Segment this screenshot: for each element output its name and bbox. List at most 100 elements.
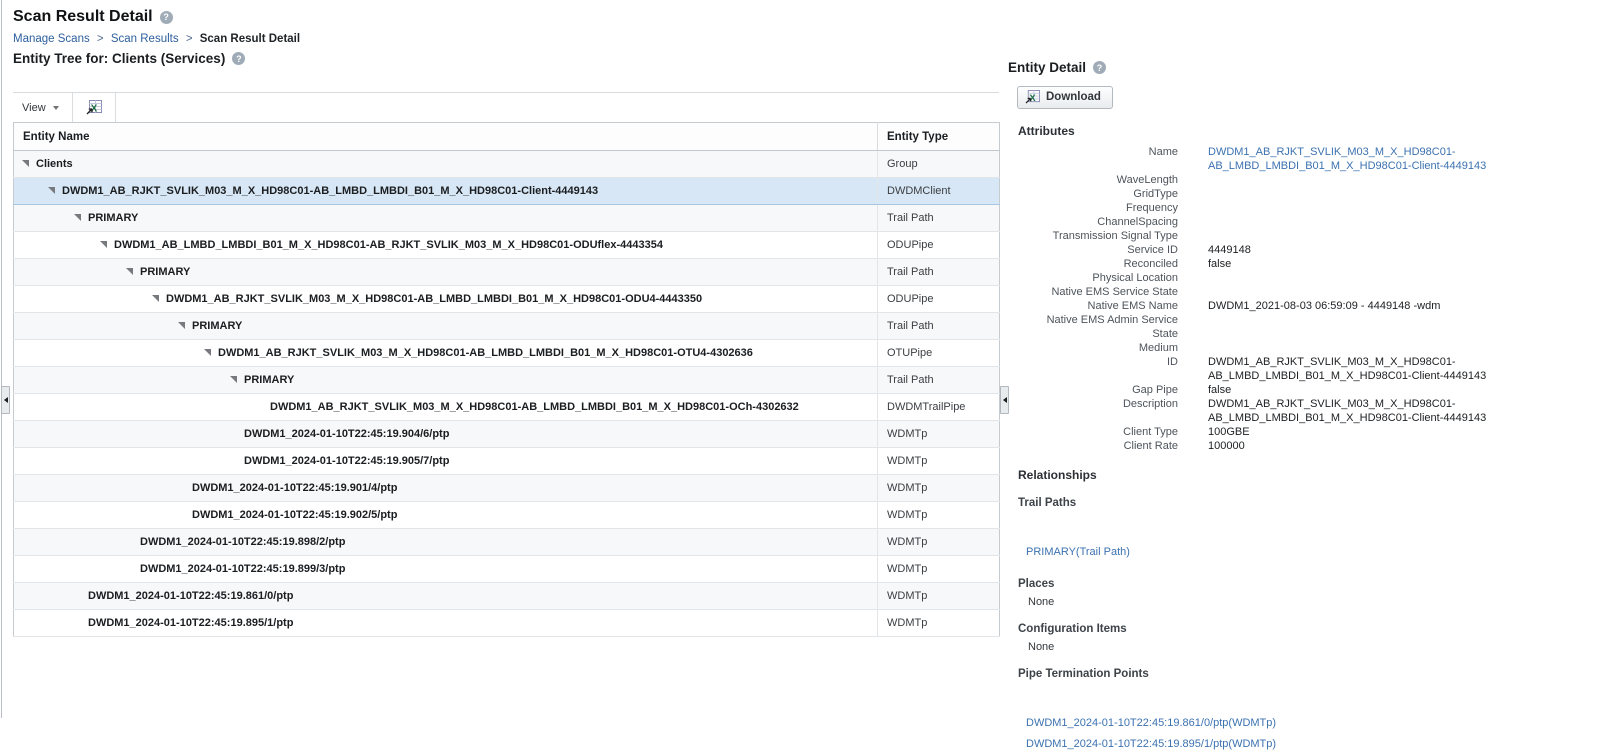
entity-type-cell: OTUPipe	[877, 339, 1000, 367]
entity-name-cell[interactable]: DWDM1_2024-01-10T22:45:19.905/7/ptp	[13, 447, 878, 475]
attribute-label: WaveLength	[1116, 174, 1178, 186]
attribute-label: Name	[1148, 146, 1178, 158]
table-row[interactable]: DWDM1_AB_RJKT_SVLIK_M03_M_X_HD98C01-AB_L…	[13, 177, 1000, 205]
left-panel-collapse-handle[interactable]	[1, 386, 10, 414]
relationship-section-heading: Pipe Termination Points	[1018, 668, 1149, 680]
table-row[interactable]: PRIMARY Trail Path	[13, 204, 1000, 232]
entity-name[interactable]: DWDM1_AB_RJKT_SVLIK_M03_M_X_HD98C01-AB_L…	[166, 293, 702, 305]
entity-name-cell[interactable]: DWDM1_2024-01-10T22:45:19.899/3/ptp	[13, 555, 878, 583]
entity-name[interactable]: DWDM1_AB_RJKT_SVLIK_M03_M_X_HD98C01-AB_L…	[218, 347, 753, 359]
table-row[interactable]: DWDM1_2024-01-10T22:45:19.895/1/ptp WDMTp	[13, 609, 1000, 637]
help-icon[interactable]: ?	[1093, 61, 1107, 74]
entity-name-cell[interactable]: DWDM1_AB_RJKT_SVLIK_M03_M_X_HD98C01-AB_L…	[13, 285, 878, 313]
expand-toggle-icon[interactable]	[152, 295, 159, 302]
entity-name[interactable]: PRIMARY	[244, 374, 294, 386]
help-icon[interactable]: ?	[159, 10, 173, 24]
attribute-value: DWDM1_AB_RJKT_SVLIK_M03_M_X_HD98C01-AB_L…	[1208, 356, 1487, 382]
entity-name[interactable]: Clients	[36, 158, 73, 170]
attribute-label: Client Rate	[1123, 440, 1178, 452]
entity-name-cell[interactable]: DWDM1_2024-01-10T22:45:19.895/1/ptp	[13, 609, 878, 637]
entity-name-cell[interactable]: PRIMARY	[13, 258, 878, 286]
table-row[interactable]: DWDM1_2024-01-10T22:45:19.905/7/ptp WDMTp	[13, 447, 1000, 475]
expand-toggle-icon[interactable]	[204, 349, 211, 356]
attribute-value-link[interactable]: DWDM1_AB_RJKT_SVLIK_M03_M_X_HD98C01-AB_L…	[1208, 145, 1500, 173]
entity-name-cell[interactable]: DWDM1_AB_RJKT_SVLIK_M03_M_X_HD98C01-AB_L…	[13, 393, 878, 421]
entity-name-cell[interactable]: PRIMARY	[13, 312, 878, 340]
table-row[interactable]: DWDM1_2024-01-10T22:45:19.861/0/ptp WDMTp	[13, 582, 1000, 610]
expand-toggle-icon[interactable]	[126, 268, 133, 275]
entity-name-cell[interactable]: PRIMARY	[13, 366, 878, 394]
entity-name[interactable]: DWDM1_2024-01-10T22:45:19.861/0/ptp	[88, 590, 293, 602]
table-row[interactable]: Clients Group	[13, 150, 1000, 178]
entity-name-cell[interactable]: Clients	[13, 150, 878, 178]
entity-name-cell[interactable]: DWDM1_AB_RJKT_SVLIK_M03_M_X_HD98C01-AB_L…	[13, 339, 878, 367]
download-button[interactable]: X Download	[1017, 86, 1113, 109]
expand-toggle-icon[interactable]	[178, 322, 185, 329]
relationship-link[interactable]: PRIMARY(Trail Path)	[1026, 542, 1508, 563]
column-header-entity-name[interactable]: Entity Name	[13, 122, 878, 151]
relationship-link[interactable]: DWDM1_2024-01-10T22:45:19.861/0/ptp(WDMT…	[1026, 713, 1508, 734]
entity-tree-panel: View X Entity Name Entity Type Clients G…	[13, 92, 1000, 637]
table-row[interactable]: DWDM1_2024-01-10T22:45:19.902/5/ptp WDMTp	[13, 501, 1000, 529]
entity-name[interactable]: DWDM1_AB_RJKT_SVLIK_M03_M_X_HD98C01-AB_L…	[62, 185, 598, 197]
table-row[interactable]: DWDM1_2024-01-10T22:45:19.899/3/ptp WDMTp	[13, 555, 1000, 583]
entity-name[interactable]: DWDM1_2024-01-10T22:45:19.899/3/ptp	[140, 563, 345, 575]
help-icon[interactable]: ?	[232, 52, 246, 65]
expand-toggle-icon[interactable]	[74, 214, 81, 221]
left-panel-splitter-line	[1, 0, 2, 718]
entity-name-cell[interactable]: DWDM1_2024-01-10T22:45:19.904/6/ptp	[13, 420, 878, 448]
attribute-value	[1208, 173, 1500, 187]
entity-name[interactable]: PRIMARY	[88, 212, 138, 224]
attribute-label: Gap Pipe	[1132, 384, 1178, 396]
entity-name[interactable]: DWDM1_2024-01-10T22:45:19.902/5/ptp	[192, 509, 397, 521]
entity-name[interactable]: PRIMARY	[140, 266, 190, 278]
entity-name-cell[interactable]: PRIMARY	[13, 204, 878, 232]
attribute-row: Native EMS Service State	[1008, 285, 1508, 299]
entity-type-cell: WDMTp	[877, 609, 1000, 637]
entity-type-cell: WDMTp	[877, 582, 1000, 610]
expand-toggle-icon[interactable]	[100, 241, 107, 248]
relationship-link[interactable]: DWDM1_2024-01-10T22:45:19.895/1/ptp(WDMT…	[1026, 734, 1508, 755]
table-row[interactable]: DWDM1_AB_RJKT_SVLIK_M03_M_X_HD98C01-AB_L…	[13, 393, 1000, 421]
entity-name-cell[interactable]: DWDM1_2024-01-10T22:45:19.902/5/ptp	[13, 501, 878, 529]
entity-name[interactable]: DWDM1_AB_LMBD_LMBDI_B01_M_X_HD98C01-AB_R…	[114, 239, 663, 251]
table-row[interactable]: DWDM1_2024-01-10T22:45:19.898/2/ptp WDMTp	[13, 528, 1000, 556]
entity-name[interactable]: DWDM1_2024-01-10T22:45:19.904/6/ptp	[244, 428, 449, 440]
table-row[interactable]: PRIMARY Trail Path	[13, 366, 1000, 394]
breadcrumb-link-scan-results[interactable]: Scan Results	[111, 33, 179, 45]
attribute-label: Native EMS Name	[1087, 300, 1178, 312]
entity-name-cell[interactable]: DWDM1_AB_LMBD_LMBDI_B01_M_X_HD98C01-AB_R…	[13, 231, 878, 259]
export-to-excel-button[interactable]: X	[73, 93, 115, 122]
expand-toggle-icon[interactable]	[48, 187, 55, 194]
table-row[interactable]: DWDM1_AB_RJKT_SVLIK_M03_M_X_HD98C01-AB_L…	[13, 339, 1000, 367]
entity-type-cell: WDMTp	[877, 474, 1000, 502]
entity-name[interactable]: DWDM1_2024-01-10T22:45:19.895/1/ptp	[88, 617, 293, 629]
table-row[interactable]: DWDM1_AB_RJKT_SVLIK_M03_M_X_HD98C01-AB_L…	[13, 285, 1000, 313]
breadcrumb: Manage Scans > Scan Results > Scan Resul…	[13, 33, 300, 45]
entity-name[interactable]: DWDM1_AB_RJKT_SVLIK_M03_M_X_HD98C01-AB_L…	[270, 401, 799, 413]
entity-name[interactable]: DWDM1_2024-01-10T22:45:19.905/7/ptp	[244, 455, 449, 467]
expand-toggle-icon[interactable]	[22, 160, 29, 167]
entity-name[interactable]: DWDM1_2024-01-10T22:45:19.901/4/ptp	[192, 482, 397, 494]
breadcrumb-link-manage-scans[interactable]: Manage Scans	[13, 33, 90, 45]
attribute-label: Client Type	[1123, 426, 1178, 438]
entity-name[interactable]: DWDM1_2024-01-10T22:45:19.898/2/ptp	[140, 536, 345, 548]
table-row[interactable]: PRIMARY Trail Path	[13, 258, 1000, 286]
entity-name-cell[interactable]: DWDM1_AB_RJKT_SVLIK_M03_M_X_HD98C01-AB_L…	[13, 177, 878, 205]
entity-name-cell[interactable]: DWDM1_2024-01-10T22:45:19.898/2/ptp	[13, 528, 878, 556]
attribute-row: Name DWDM1_AB_RJKT_SVLIK_M03_M_X_HD98C01-…	[1008, 145, 1508, 173]
table-row[interactable]: DWDM1_2024-01-10T22:45:19.904/6/ptp WDMTp	[13, 420, 1000, 448]
table-row[interactable]: DWDM1_AB_LMBD_LMBDI_B01_M_X_HD98C01-AB_R…	[13, 231, 1000, 259]
table-row[interactable]: PRIMARY Trail Path	[13, 312, 1000, 340]
column-header-entity-type[interactable]: Entity Type	[877, 122, 1000, 151]
entity-name-cell[interactable]: DWDM1_2024-01-10T22:45:19.861/0/ptp	[13, 582, 878, 610]
expand-toggle-icon[interactable]	[230, 376, 237, 383]
entity-name[interactable]: PRIMARY	[192, 320, 242, 332]
entity-name-cell[interactable]: DWDM1_2024-01-10T22:45:19.901/4/ptp	[13, 474, 878, 502]
attribute-label: Service ID	[1127, 244, 1178, 256]
table-row[interactable]: DWDM1_2024-01-10T22:45:19.901/4/ptp WDMTp	[13, 474, 1000, 502]
attribute-row: Transmission Signal Type	[1008, 229, 1508, 243]
view-menu-button[interactable]: View	[13, 93, 72, 122]
attribute-label: GridType	[1133, 188, 1178, 200]
